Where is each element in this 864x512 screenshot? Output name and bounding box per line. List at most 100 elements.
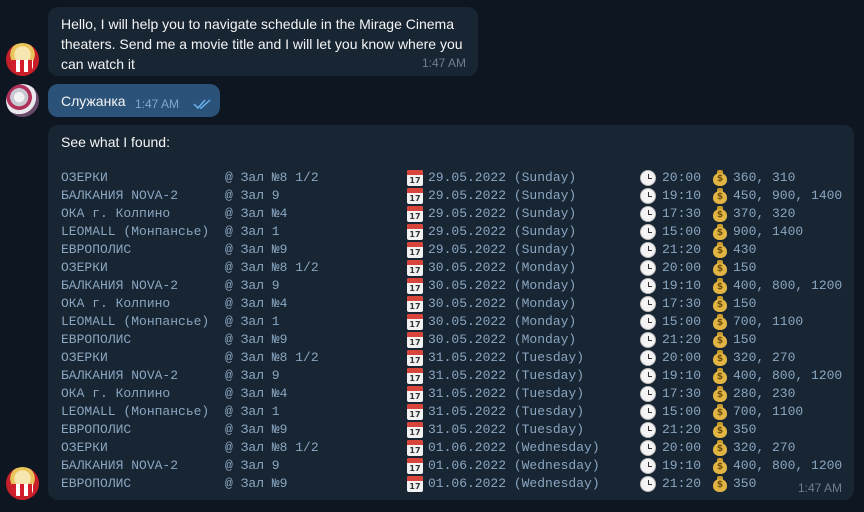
ticket-prices: 280, 230 [733, 386, 796, 401]
clock-icon [640, 422, 656, 438]
clock-icon [640, 206, 656, 222]
clock-icon [640, 476, 656, 492]
clock-icon [640, 386, 656, 402]
theater-name: БАЛКАНИЯ NOVA-2 [61, 188, 179, 203]
hall-name: @ Зал №4 [225, 386, 288, 401]
money-bag-icon [712, 296, 728, 312]
theater-name: ЕВРОПОЛИС [61, 422, 132, 437]
theater-name: ОЗЕРКИ [61, 350, 108, 365]
hall-name: @ Зал №4 [225, 296, 288, 311]
session-date: 30.05.2022 (Monday) [428, 260, 577, 275]
results-header: See what I found: [61, 134, 170, 150]
money-bag-icon [712, 278, 728, 294]
theater-name: ЕВРОПОЛИС [61, 242, 132, 257]
calendar-icon [407, 368, 423, 384]
bot-results-message[interactable]: See what I found: ОЗЕРКИ @ Зал №8 1/2 29.0… [48, 125, 854, 500]
ticket-prices: 320, 270 [733, 440, 796, 455]
ticket-prices: 320, 270 [733, 350, 796, 365]
session-date: 30.05.2022 (Monday) [428, 278, 577, 293]
session-date: 31.05.2022 (Tuesday) [428, 422, 585, 437]
clock-icon [640, 296, 656, 312]
calendar-icon [407, 296, 423, 312]
hall-name: @ Зал №8 1/2 [225, 440, 319, 455]
money-bag-icon [712, 242, 728, 258]
message-text: Hello, I will help you to navigate sched… [61, 16, 463, 72]
ticket-prices: 700, 1100 [733, 314, 804, 329]
money-bag-icon [712, 170, 728, 186]
theater-name: ОКА г. Колпино [61, 386, 171, 401]
money-bag-icon [712, 314, 728, 330]
message-text: Служанка [61, 93, 126, 109]
money-bag-icon [712, 404, 728, 420]
ticket-prices: 150 [733, 332, 757, 347]
session-date: 30.05.2022 (Monday) [428, 332, 577, 347]
bot-avatar[interactable] [6, 43, 39, 76]
theater-name: БАЛКАНИЯ NOVA-2 [61, 368, 179, 383]
ticket-prices: 400, 800, 1200 [733, 368, 843, 383]
clock-icon [640, 278, 656, 294]
calendar-icon [407, 332, 423, 348]
money-bag-icon [712, 368, 728, 384]
session-time: 21:20 [662, 242, 702, 257]
session-date: 31.05.2022 (Tuesday) [428, 350, 585, 365]
message-time: 1:47 AM [797, 481, 842, 495]
hall-name: @ Зал 1 [225, 314, 280, 329]
hall-name: @ Зал 9 [225, 368, 280, 383]
clock-icon [640, 458, 656, 474]
ticket-prices: 700, 1100 [733, 404, 804, 419]
bot-intro-message[interactable]: Hello, I will help you to navigate sched… [48, 7, 478, 76]
money-bag-icon [712, 458, 728, 474]
session-time: 19:10 [662, 458, 702, 473]
ticket-prices: 150 [733, 296, 757, 311]
session-time: 21:20 [662, 476, 702, 491]
theater-name: LEOMALL (Монпансье) [61, 404, 210, 419]
hall-name: @ Зал №8 1/2 [225, 350, 319, 365]
session-time: 19:10 [662, 278, 702, 293]
session-date: 31.05.2022 (Tuesday) [428, 368, 585, 383]
session-time: 17:30 [662, 386, 702, 401]
money-bag-icon [712, 188, 728, 204]
session-time: 19:10 [662, 368, 702, 383]
ticket-prices: 150 [733, 260, 757, 275]
money-bag-icon [712, 260, 728, 276]
hall-name: @ Зал №4 [225, 206, 288, 221]
ticket-prices: 400, 800, 1200 [733, 278, 843, 293]
clock-icon [640, 368, 656, 384]
calendar-icon [407, 170, 423, 186]
calendar-icon [407, 260, 423, 276]
user-avatar[interactable] [6, 84, 39, 117]
session-time: 15:00 [662, 224, 702, 239]
hall-name: @ Зал 1 [225, 404, 280, 419]
user-query-message[interactable]: Служанка 1:47 AM [48, 84, 220, 117]
session-time: 17:30 [662, 206, 702, 221]
theater-name: ОЗЕРКИ [61, 260, 108, 275]
bot-avatar[interactable] [6, 467, 39, 500]
calendar-icon [407, 350, 423, 366]
session-time: 15:00 [662, 404, 702, 419]
money-bag-icon [712, 224, 728, 240]
theater-name: ОКА г. Колпино [61, 206, 171, 221]
clock-icon [640, 404, 656, 420]
session-date: 29.05.2022 (Sunday) [428, 242, 577, 257]
theater-name: ОКА г. Колпино [61, 296, 171, 311]
money-bag-icon [712, 350, 728, 366]
hall-name: @ Зал 9 [225, 458, 280, 473]
money-bag-icon [712, 206, 728, 222]
ticket-prices: 900, 1400 [733, 224, 804, 239]
clock-icon [640, 170, 656, 186]
session-time: 20:00 [662, 170, 702, 185]
clock-icon [640, 188, 656, 204]
calendar-icon [407, 278, 423, 294]
ticket-prices: 430 [733, 242, 757, 257]
calendar-icon [407, 476, 423, 492]
session-time: 20:00 [662, 350, 702, 365]
hall-name: @ Зал 1 [225, 224, 280, 239]
clock-icon [640, 224, 656, 240]
hall-name: @ Зал 9 [225, 278, 280, 293]
chat-history[interactable]: Hello, I will help you to navigate sched… [0, 0, 864, 512]
session-date: 29.05.2022 (Sunday) [428, 188, 577, 203]
session-time: 19:10 [662, 188, 702, 203]
calendar-icon [407, 422, 423, 438]
ticket-prices: 400, 800, 1200 [733, 458, 843, 473]
hall-name: @ Зал №9 [225, 422, 288, 437]
